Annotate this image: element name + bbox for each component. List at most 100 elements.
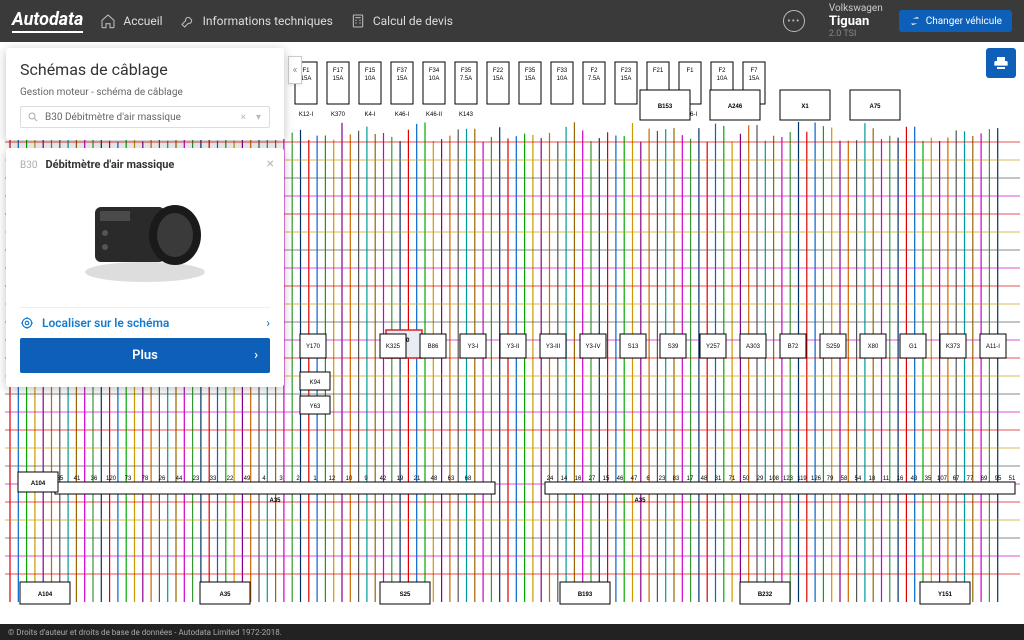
close-part-button[interactable]: × — [267, 156, 274, 172]
svg-text:119: 119 — [797, 476, 807, 482]
svg-text:107: 107 — [937, 476, 948, 482]
footer: © Droits d'auteur et droits de base de d… — [0, 624, 1024, 640]
nav-home[interactable]: Accueil — [99, 12, 162, 30]
svg-text:15A: 15A — [301, 76, 312, 82]
svg-text:24: 24 — [547, 476, 554, 482]
svg-text:68: 68 — [465, 476, 472, 482]
wiring-panel-subtitle: Gestion moteur - schéma de câblage — [20, 87, 270, 98]
svg-text:42: 42 — [380, 476, 387, 482]
svg-text:126: 126 — [811, 476, 822, 482]
svg-text:49: 49 — [244, 476, 251, 482]
change-vehicle-button[interactable]: Changer véhicule — [899, 10, 1012, 32]
svg-text:B86: B86 — [428, 344, 439, 350]
svg-text:F7: F7 — [750, 68, 758, 74]
svg-text:36: 36 — [91, 476, 98, 482]
svg-text:23: 23 — [193, 476, 200, 482]
home-icon — [99, 12, 117, 30]
svg-text:K46-II: K46-II — [426, 112, 442, 118]
copyright: © Droits d'auteur et droits de base de d… — [8, 628, 282, 637]
svg-text:23: 23 — [659, 476, 666, 482]
nav-tech[interactable]: Informations techniques — [179, 12, 333, 30]
svg-text:S25: S25 — [400, 592, 411, 598]
svg-text:F1: F1 — [302, 68, 310, 74]
svg-text:83: 83 — [673, 476, 680, 482]
print-button[interactable] — [986, 48, 1016, 78]
svg-text:Y170: Y170 — [306, 344, 321, 350]
svg-text:F35: F35 — [461, 68, 472, 74]
svg-text:A104: A104 — [31, 481, 46, 487]
part-more-label: Plus — [132, 348, 158, 363]
svg-text:15: 15 — [603, 476, 610, 482]
svg-text:15A: 15A — [525, 76, 536, 82]
printer-icon — [993, 55, 1009, 71]
svg-text:F35: F35 — [525, 68, 536, 74]
more-menu-button[interactable]: ••• — [783, 10, 805, 32]
svg-text:10A: 10A — [557, 76, 568, 82]
wiring-panel: Schémas de câblage Gestion moteur - sché… — [6, 48, 284, 140]
svg-text:17: 17 — [687, 476, 694, 482]
svg-text:F17: F17 — [333, 68, 344, 74]
svg-text:11: 11 — [883, 476, 890, 482]
svg-text:21: 21 — [414, 476, 421, 482]
clear-search-button[interactable]: × — [239, 112, 248, 123]
svg-text:G1: G1 — [909, 344, 918, 350]
svg-text:43: 43 — [911, 476, 918, 482]
svg-text:7.5A: 7.5A — [588, 76, 600, 82]
svg-text:F34: F34 — [429, 68, 440, 74]
chevron-right-icon: › — [266, 316, 270, 330]
svg-text:15A: 15A — [333, 76, 344, 82]
app-topbar: Autodata Accueil Informations techniques… — [0, 0, 1024, 42]
svg-text:A75: A75 — [869, 104, 881, 110]
svg-text:41: 41 — [74, 476, 81, 482]
svg-text:77: 77 — [967, 476, 974, 482]
vehicle-model: Tiguan — [829, 14, 883, 29]
svg-text:X80: X80 — [868, 344, 879, 350]
svg-text:2: 2 — [296, 476, 300, 482]
svg-text:Y3-III: Y3-III — [546, 344, 561, 350]
svg-text:14: 14 — [561, 476, 568, 482]
svg-text:19: 19 — [397, 476, 404, 482]
svg-text:F23: F23 — [621, 68, 632, 74]
part-more-button[interactable]: Plus › — [20, 338, 270, 373]
search-input[interactable] — [45, 112, 233, 123]
locate-on-diagram-button[interactable]: Localiser sur le schéma › — [20, 307, 270, 338]
nav-tech-label: Informations techniques — [203, 14, 333, 28]
svg-text:K143: K143 — [459, 112, 474, 118]
nav-estimate[interactable]: Calcul de devis — [349, 12, 453, 30]
svg-text:108: 108 — [769, 476, 780, 482]
svg-text:12: 12 — [329, 476, 336, 482]
svg-text:47: 47 — [631, 476, 638, 482]
svg-text:10A: 10A — [429, 76, 440, 82]
vehicle-engine: 2.0 TSI — [829, 29, 883, 39]
svg-text:F2: F2 — [718, 68, 726, 74]
svg-text:44: 44 — [176, 476, 183, 482]
part-name: Débitmètre d'air massique — [45, 158, 174, 171]
svg-text:F2: F2 — [590, 68, 598, 74]
svg-text:A246: A246 — [728, 104, 743, 110]
svg-text:K12-I: K12-I — [299, 112, 314, 118]
nav-home-label: Accueil — [123, 14, 162, 28]
svg-text:10: 10 — [346, 476, 353, 482]
part-detail-panel: × B30 Débitmètre d'air massique Localise… — [6, 148, 284, 387]
locate-label: Localiser sur le schéma — [42, 316, 169, 330]
svg-text:7.5A: 7.5A — [460, 76, 472, 82]
svg-text:50: 50 — [743, 476, 750, 482]
part-image — [65, 177, 225, 297]
svg-text:54: 54 — [855, 476, 862, 482]
target-icon — [20, 316, 34, 330]
svg-text:B72: B72 — [788, 344, 799, 350]
svg-text:18: 18 — [869, 476, 876, 482]
svg-text:B153: B153 — [658, 104, 673, 110]
svg-text:K370: K370 — [331, 112, 346, 118]
svg-text:F22: F22 — [493, 68, 504, 74]
collapse-sidebar-button[interactable]: « — [288, 56, 302, 84]
svg-text:9: 9 — [364, 476, 368, 482]
svg-text:29: 29 — [757, 476, 764, 482]
wiring-panel-title: Schémas de câblage — [20, 60, 270, 79]
svg-text:Y3-IV: Y3-IV — [585, 344, 600, 350]
svg-text:K373: K373 — [946, 344, 961, 350]
svg-text:F1: F1 — [686, 68, 694, 74]
svg-text:Y3-I: Y3-I — [467, 344, 478, 350]
component-search[interactable]: × ▾ — [20, 106, 270, 128]
search-dropdown-caret[interactable]: ▾ — [254, 112, 263, 123]
